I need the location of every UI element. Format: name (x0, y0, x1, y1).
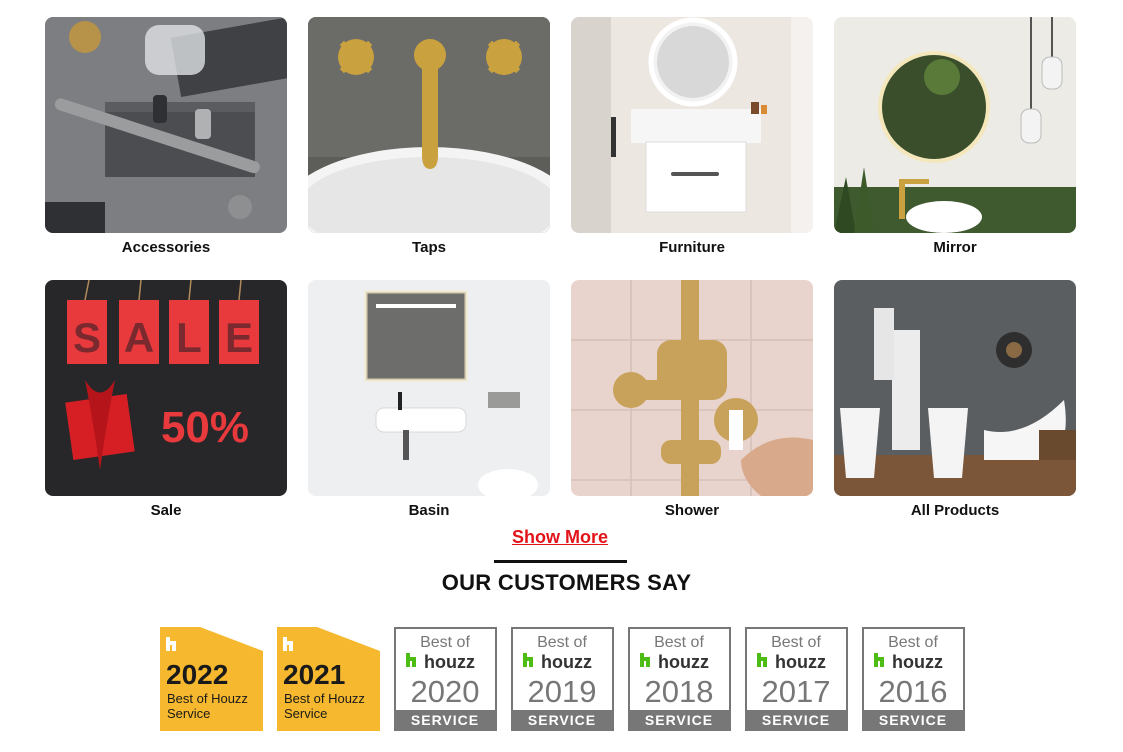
award-badge[interactable]: 2022 Best of Houzz Service (160, 627, 263, 731)
category-furniture[interactable]: Furniture (571, 17, 813, 258)
sale-image: S A L E 50% (45, 280, 287, 496)
section-title: OUR CUSTOMERS SAY (441, 570, 692, 595)
award-year: 2017 (762, 674, 831, 709)
award-brand: houzz (892, 652, 943, 672)
award-year: 2016 (879, 674, 948, 709)
award-year: 2022 (166, 659, 228, 690)
category-mirror[interactable]: Mirror (834, 17, 1076, 258)
all-products-image (834, 280, 1076, 496)
award-year: 2020 (411, 674, 480, 709)
award-brand: houzz (541, 652, 592, 672)
taps-image (308, 17, 550, 233)
award-line1: Best of Houzz (167, 691, 248, 706)
taps-photo (308, 17, 550, 233)
furniture-photo (571, 17, 813, 233)
category-grid: Accessories Taps Furniture Mirror S A L … (45, 17, 1077, 521)
accessories-photo (45, 17, 287, 233)
all-products-photo (834, 280, 1076, 496)
award-top: Best of (654, 634, 704, 651)
houzz-award-2020: Best of houzz 2020 SERVICE (394, 627, 497, 731)
basin-photo (308, 280, 550, 496)
award-badge[interactable]: Best of houzz 2019 SERVICE (511, 627, 614, 731)
award-badge[interactable]: 2021 Best of Houzz Service (277, 627, 380, 731)
award-year: 2018 (645, 674, 714, 709)
award-badge[interactable]: Best of houzz 2017 SERVICE (745, 627, 848, 731)
award-year: 2019 (528, 674, 597, 709)
shower-photo (571, 280, 813, 496)
award-year: 2021 (283, 659, 345, 690)
category-label: Furniture (659, 239, 725, 256)
award-bottom: SERVICE (879, 712, 947, 728)
award-top: Best of (771, 634, 821, 651)
category-label: Mirror (933, 239, 977, 256)
category-taps[interactable]: Taps (308, 17, 550, 258)
award-line1: Best of Houzz (284, 691, 365, 706)
sale-tag-letter: E (225, 314, 253, 361)
show-more-link[interactable]: Show More (512, 527, 608, 547)
houzz-award-2019: Best of houzz 2019 SERVICE (511, 627, 614, 731)
category-label: Taps (412, 239, 446, 256)
furniture-image (571, 17, 813, 233)
sale-tag-letter: S (73, 314, 101, 361)
shower-image (571, 280, 813, 496)
sale-discount: 50% (161, 403, 249, 452)
category-label: Shower (664, 502, 720, 519)
award-bottom: SERVICE (411, 712, 479, 728)
award-badge[interactable]: Best of houzz 2016 SERVICE (862, 627, 965, 731)
sale-tag-letter: A (124, 314, 154, 361)
sale-tag-letter: L (176, 314, 202, 361)
show-more: Show More (0, 527, 1120, 548)
category-label: Basin (408, 502, 450, 519)
section-divider (494, 560, 627, 563)
category-all-products[interactable]: All Products (834, 280, 1076, 521)
basin-image (308, 280, 550, 496)
category-label: Accessories (121, 239, 211, 256)
award-badge[interactable]: Best of houzz 2020 SERVICE (394, 627, 497, 731)
category-accessories[interactable]: Accessories (45, 17, 287, 258)
houzz-award-2018: Best of houzz 2018 SERVICE (628, 627, 731, 731)
award-bottom: SERVICE (645, 712, 713, 728)
award-brand: houzz (775, 652, 826, 672)
mirror-photo (834, 17, 1076, 233)
award-badge[interactable]: Best of houzz 2018 SERVICE (628, 627, 731, 731)
award-brand: houzz (424, 652, 475, 672)
category-label: All Products (910, 502, 1000, 519)
award-bottom: SERVICE (528, 712, 596, 728)
sale-photo: S A L E 50% (45, 280, 287, 496)
award-bottom: SERVICE (762, 712, 830, 728)
category-label: Sale (150, 502, 182, 519)
houzz-award-2016: Best of houzz 2016 SERVICE (862, 627, 965, 731)
houzz-award-2017: Best of houzz 2017 SERVICE (745, 627, 848, 731)
award-top: Best of (537, 634, 587, 651)
accessories-image (45, 17, 287, 233)
houzz-award-2022: 2022 Best of Houzz Service (160, 627, 263, 731)
award-brand: houzz (658, 652, 709, 672)
houzz-award-2021: 2021 Best of Houzz Service (277, 627, 380, 731)
category-basin[interactable]: Basin (308, 280, 550, 521)
award-line2: Service (167, 706, 210, 721)
award-line2: Service (284, 706, 327, 721)
mirror-image (834, 17, 1076, 233)
category-sale[interactable]: S A L E 50% Sale (45, 280, 287, 521)
award-top: Best of (888, 634, 938, 651)
award-top: Best of (420, 634, 470, 651)
category-shower[interactable]: Shower (571, 280, 813, 521)
